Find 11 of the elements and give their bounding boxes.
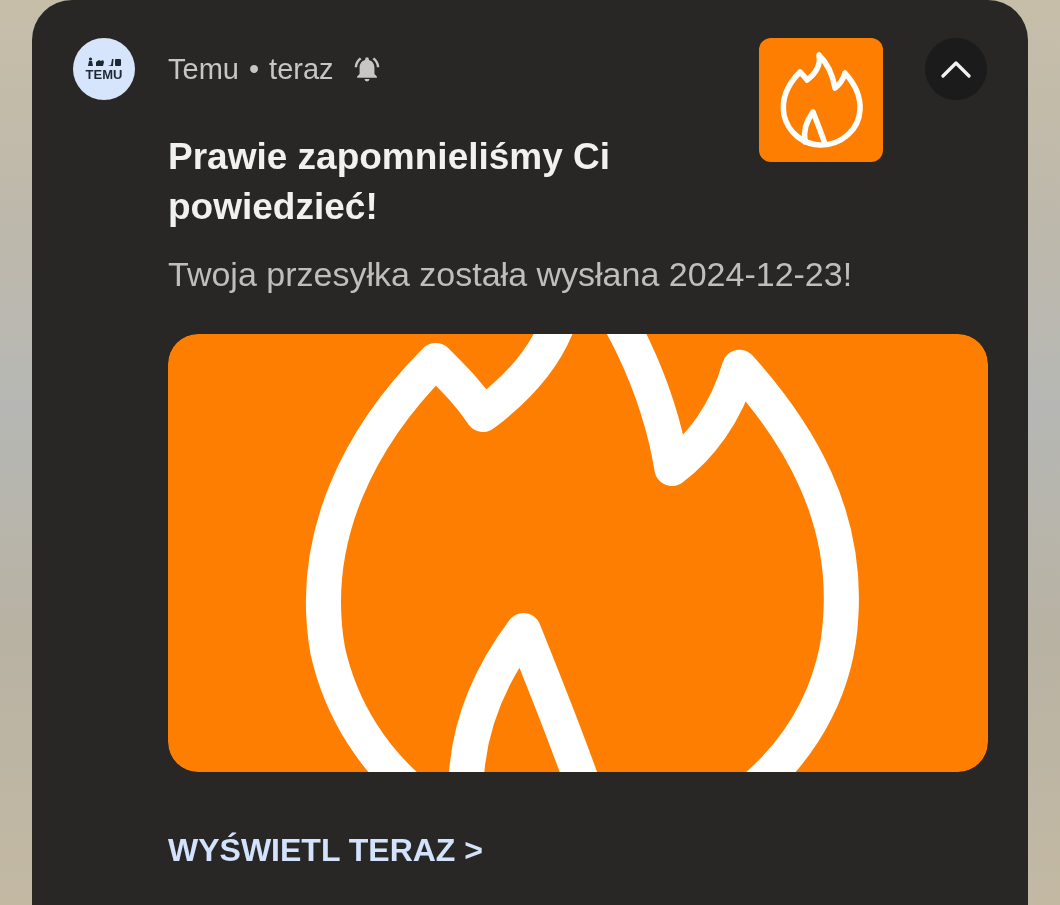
app-name: Temu: [168, 52, 239, 86]
logo-shapes-icon: [87, 57, 121, 66]
timestamp: teraz: [269, 52, 334, 86]
view-now-button[interactable]: WYŚWIETL TERAZ >: [168, 830, 483, 870]
logo-text: TEMU: [85, 68, 123, 81]
notification-body: Twoja przesyłka została wysłana 2024-12-23!: [168, 254, 854, 294]
notification-title: Prawie zapomnieliśmy Ci powiedzieć!: [168, 135, 612, 229]
bell-icon: [353, 56, 380, 82]
chevron-up-icon: [941, 60, 971, 78]
separator-dot: •: [248, 52, 260, 86]
flame-icon: [759, 38, 883, 162]
